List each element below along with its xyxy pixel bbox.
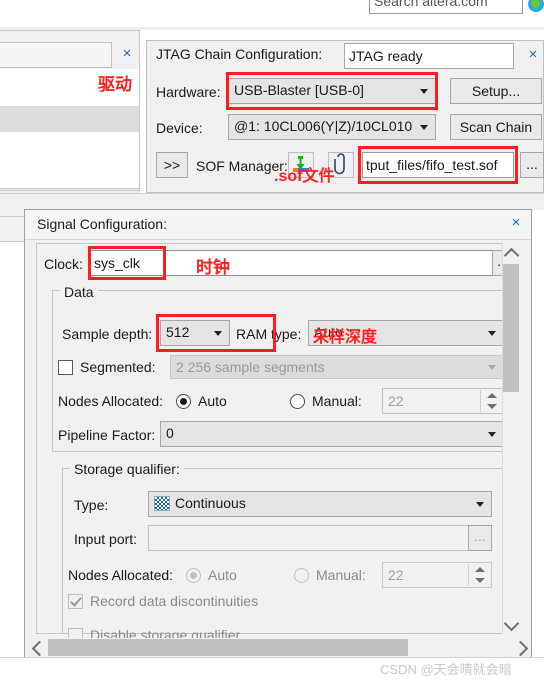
chevron-down-icon	[488, 365, 496, 370]
segmented-checkbox[interactable]	[58, 360, 73, 375]
input-port-browse-button[interactable]: ...	[468, 525, 492, 551]
data-group-label: Data	[60, 284, 98, 300]
pipeline-factor-value: 0	[166, 425, 174, 441]
nodes-allocated-auto-label: Auto	[198, 393, 227, 409]
left-window-selected-row[interactable]	[0, 106, 139, 132]
device-label: Device:	[156, 120, 203, 136]
chevron-down-icon	[420, 125, 428, 130]
storage-qualifier-type-value: Continuous	[175, 495, 246, 511]
continuous-checker-icon	[154, 496, 170, 511]
storage-qualifier-type-label: Type:	[74, 497, 109, 513]
annotation-box-hardware	[226, 72, 438, 110]
stepper-arrows[interactable]	[480, 390, 502, 412]
nodes-allocated-manual-radio[interactable]	[290, 394, 305, 409]
sq-nodes-allocated-manual-label: Manual:	[316, 567, 366, 583]
sq-nodes-allocated-manual-radio[interactable]	[294, 568, 309, 583]
scroll-right-button[interactable]	[512, 639, 530, 657]
storage-qualifier-label: Storage qualifier:	[70, 461, 184, 477]
sof-browse-button[interactable]: ...	[520, 152, 544, 178]
scroll-up-button[interactable]	[502, 243, 520, 264]
sq-nodes-allocated-auto-label: Auto	[208, 567, 237, 583]
signal-configuration-title: Signal Configuration:	[37, 216, 167, 232]
record-data-discontinuities-label: Record data discontinuities	[90, 593, 259, 609]
nodes-allocated-manual-value: 22	[388, 393, 404, 409]
annotation-clock: 时钟	[196, 258, 230, 277]
expand-sof-manager-button[interactable]: >>	[156, 152, 188, 178]
device-select[interactable]: @1: 10CL006(Y|Z)/10CL010	[228, 114, 436, 140]
input-port-input[interactable]	[148, 525, 470, 551]
scroll-left-button[interactable]	[28, 639, 48, 657]
sq-nodes-allocated-manual-stepper[interactable]: 22	[382, 562, 492, 588]
left-window-tab[interactable]	[0, 42, 112, 68]
scroll-down-button[interactable]	[502, 614, 520, 634]
segmented-label: Segmented:	[80, 359, 156, 375]
setup-button[interactable]: Setup...	[450, 78, 542, 104]
watermark: CSDN @天会晴就会暗	[380, 662, 512, 677]
nodes-allocated-label: Nodes Allocated:	[58, 393, 164, 409]
storage-qualifier-type-select[interactable]: Continuous	[148, 491, 492, 517]
stepper-up-icon[interactable]	[487, 393, 497, 398]
segmented-value: 2 256 sample segments	[176, 359, 325, 375]
annotation-box-sof-path	[358, 146, 518, 184]
annotation-box-sample-depth	[156, 314, 276, 352]
chevron-up-icon	[503, 247, 520, 264]
chevron-down-icon	[503, 615, 520, 632]
input-port-label: Input port:	[74, 531, 138, 547]
close-icon[interactable]: ×	[119, 46, 135, 62]
segmented-select[interactable]: 2 256 sample segments	[170, 355, 504, 379]
close-icon[interactable]: ×	[508, 215, 524, 231]
stepper-arrows[interactable]	[468, 564, 490, 586]
annotation-box-clock	[88, 246, 166, 280]
clock-label: Clock:	[44, 256, 83, 272]
search-input[interactable]: Search altera.com	[369, 0, 523, 14]
chevron-down-icon	[476, 502, 484, 507]
chevron-down-icon	[488, 331, 496, 336]
scan-chain-button[interactable]: Scan Chain	[450, 114, 542, 140]
sample-depth-label: Sample depth:	[62, 326, 153, 342]
jtag-panel-title: JTAG Chain Configuration:	[156, 46, 323, 62]
nodes-allocated-manual-stepper[interactable]: 22	[382, 388, 504, 414]
pipeline-factor-label: Pipeline Factor:	[58, 427, 156, 443]
record-data-discontinuities-checkbox[interactable]	[68, 594, 83, 609]
chevron-left-icon	[31, 640, 48, 657]
jtag-status-field[interactable]: JTAG ready	[344, 43, 514, 69]
nodes-allocated-manual-label: Manual:	[312, 393, 362, 409]
chevron-right-icon	[512, 640, 529, 657]
stepper-up-icon[interactable]	[475, 567, 485, 572]
sq-nodes-allocated-manual-value: 22	[388, 567, 404, 583]
annotation-driver: 驱动	[98, 75, 132, 94]
annotation-sof-file: .sof文件	[274, 168, 335, 185]
pipeline-factor-select[interactable]: 0	[160, 421, 504, 447]
stepper-down-icon[interactable]	[475, 578, 485, 583]
sq-nodes-allocated-label: Nodes Allocated:	[68, 567, 174, 583]
horizontal-scrollbar-thumb[interactable]	[48, 639, 408, 656]
nodes-allocated-auto-radio[interactable]	[176, 394, 191, 409]
chevron-down-icon	[488, 432, 496, 437]
vertical-scrollbar-thumb[interactable]	[503, 264, 519, 392]
sq-nodes-allocated-auto-radio[interactable]	[186, 568, 201, 583]
annotation-sample-depth: 采样深度	[313, 329, 378, 346]
hardware-label: Hardware:	[156, 84, 221, 100]
stepper-down-icon[interactable]	[487, 404, 497, 409]
close-icon[interactable]: ×	[525, 47, 541, 63]
window-gap-band	[0, 193, 544, 210]
device-select-value: @1: 10CL006(Y|Z)/10CL010	[234, 118, 413, 134]
